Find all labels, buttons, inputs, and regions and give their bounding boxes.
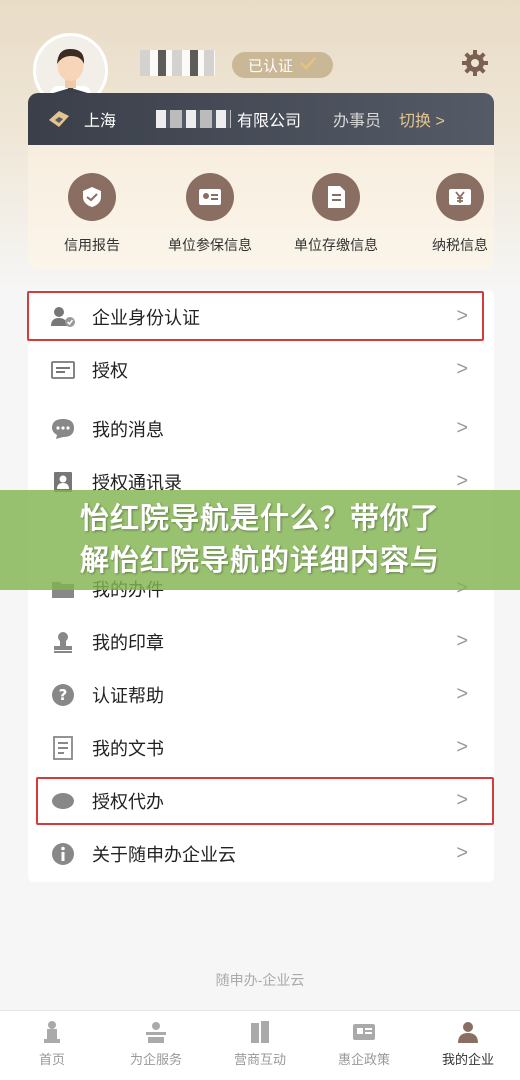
chevron-right-icon: > — [456, 630, 468, 652]
company-name-blurred — [156, 110, 232, 128]
menu-item-enterprise-identity[interactable]: 企业身份认证 > — [28, 290, 494, 343]
menu-label: 授权代办 — [92, 791, 164, 812]
home-icon — [44, 1021, 60, 1043]
company-name: 有限公司 — [237, 113, 302, 130]
switch-company-button[interactable]: 切换 > — [399, 107, 445, 131]
menu-label: 授权 — [92, 360, 128, 381]
menu-label: 关于随申办企业云 — [92, 844, 236, 865]
user-role: 办事员 — [333, 113, 382, 130]
doc-icon — [50, 735, 76, 761]
menu-item-auth-help[interactable]: ? 认证帮助 > — [28, 668, 494, 721]
menu-label: 我的文书 — [92, 738, 164, 759]
tab-label: 营商互动 — [233, 1052, 286, 1067]
chevron-right-icon: > — [456, 736, 468, 758]
bottom-tab-bar: 首页 为企服务 营商互动 惠企政策 我的企业 — [0, 1010, 520, 1080]
id-card-icon — [186, 173, 234, 221]
quick-label: 单位参保信息 — [168, 237, 252, 253]
overlay-banner: 怡红院导航是什么？带你了 解怡红院导航的详细内容与 — [0, 490, 520, 590]
menu-label: 我的印章 — [92, 632, 164, 653]
message-icon — [50, 416, 76, 442]
quick-item-credit-report[interactable]: 信用报告 — [42, 173, 142, 255]
svg-text:?: ? — [59, 686, 68, 704]
company-city: 上海 — [84, 113, 117, 130]
chevron-right-icon: > — [456, 789, 468, 811]
quick-item-insurance-info[interactable]: 单位参保信息 — [160, 173, 260, 255]
tab-label: 为企服务 — [129, 1052, 182, 1067]
tab-home[interactable]: 首页 — [0, 1011, 104, 1080]
my-company-icon — [458, 1022, 478, 1043]
quick-item-deposit-info[interactable]: 单位存缴信息 — [286, 173, 386, 255]
seal-icon — [50, 629, 76, 655]
menu-item-my-seal[interactable]: 我的印章 > — [28, 615, 494, 668]
check-icon — [299, 56, 317, 74]
verified-label: 已认证 — [248, 57, 294, 75]
chevron-right-icon: > — [456, 417, 468, 439]
user-check-icon — [50, 304, 76, 330]
quick-label: 纳税信息 — [432, 237, 488, 253]
verified-badge: 已认证 — [232, 52, 334, 78]
menu-item-proxy-handling[interactable]: 授权代办 > — [28, 774, 494, 827]
tab-my-company[interactable]: 我的企业 — [416, 1011, 520, 1080]
chevron-right-icon: > — [456, 683, 468, 705]
yen-icon — [436, 173, 484, 221]
menu-item-my-documents[interactable]: 我的文书 > — [28, 721, 494, 774]
company-building-icon — [46, 108, 72, 130]
banner-line-1: 怡红院导航是什么？带你了 — [79, 503, 440, 535]
menu-item-about[interactable]: 关于随申办企业云 > — [28, 827, 494, 880]
menu-item-messages[interactable]: 我的消息 > — [28, 402, 494, 455]
company-bar: 上海 有限公司 办事员 切换 > — [28, 93, 494, 145]
authorization-icon — [50, 357, 76, 383]
document-icon — [312, 173, 360, 221]
tab-services[interactable]: 为企服务 — [104, 1011, 208, 1080]
banner-line-2: 解怡红院导航的详细内容与 — [79, 545, 440, 577]
policy-icon — [353, 1024, 375, 1040]
shield-check-icon — [68, 173, 116, 221]
footer-brand: 随申办-企业云 — [215, 972, 305, 988]
quick-actions-panel: 信用报告 单位参保信息 单位存缴信息 纳税信息 — [28, 145, 494, 270]
gear-icon[interactable] — [460, 48, 490, 78]
quick-label: 信用报告 — [64, 237, 120, 253]
tab-policy[interactable]: 惠企政策 — [312, 1011, 416, 1080]
service-icon — [146, 1022, 166, 1043]
menu-item-authorization[interactable]: 授权 > — [28, 343, 494, 396]
interaction-icon — [251, 1021, 269, 1043]
quick-label: 单位存缴信息 — [294, 237, 378, 253]
chevron-right-icon: > — [456, 358, 468, 380]
info-icon — [50, 841, 76, 867]
tab-label: 首页 — [38, 1052, 65, 1067]
user-name-blurred — [140, 50, 215, 76]
menu-label: 认证帮助 — [92, 685, 164, 706]
menu-label: 我的消息 — [92, 419, 164, 440]
proxy-icon — [50, 788, 76, 814]
tab-label: 惠企政策 — [337, 1052, 390, 1067]
tab-label: 我的企业 — [441, 1052, 494, 1067]
quick-item-tax-info[interactable]: 纳税信息 — [410, 173, 494, 255]
help-icon: ? — [50, 682, 76, 708]
menu-label: 企业身份认证 — [92, 307, 200, 328]
chevron-right-icon: > — [456, 842, 468, 864]
chevron-right-icon: > — [456, 305, 468, 327]
tab-interaction[interactable]: 营商互动 — [208, 1011, 312, 1080]
